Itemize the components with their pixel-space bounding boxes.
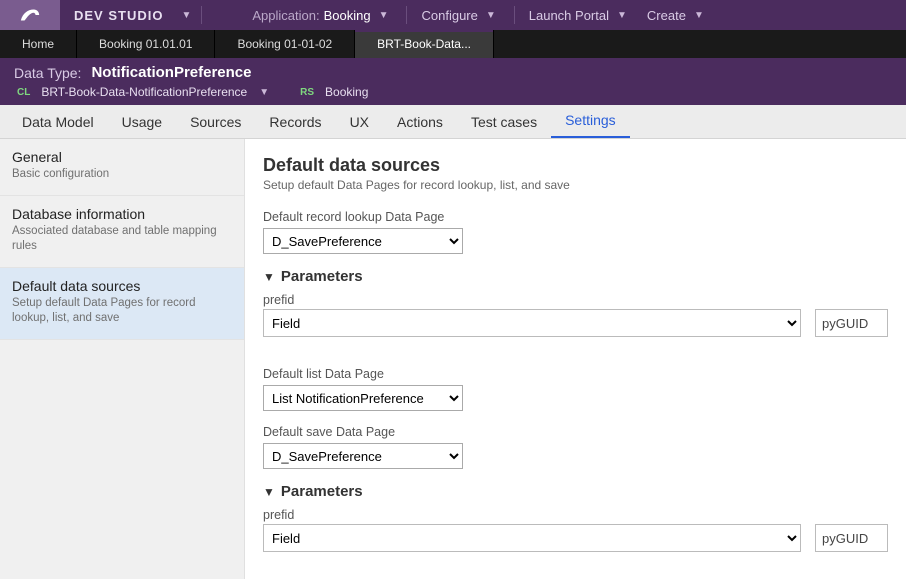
chevron-down-icon: ▼ — [613, 10, 631, 21]
parameters-label: Parameters — [281, 268, 363, 285]
side-item-database-information[interactable]: Database information Associated database… — [0, 196, 244, 268]
brand-label: DEV STUDIO — [60, 8, 177, 23]
class-path: BRT-Book-Data-NotificationPreference — [41, 85, 247, 99]
param-name-2: prefid — [263, 508, 888, 522]
list-dp-label: Default list Data Page — [263, 367, 888, 381]
chevron-down-icon: ▼ — [263, 485, 275, 499]
menu-configure[interactable]: Configure ▼ — [413, 8, 507, 23]
lookup-dp-label: Default record lookup Data Page — [263, 210, 888, 224]
settings-side-panel: General Basic configuration Database inf… — [0, 139, 245, 579]
side-item-desc: Basic configuration — [12, 167, 232, 183]
lookup-dp-select[interactable]: D_SavePreference — [263, 228, 463, 254]
subtab-test-cases[interactable]: Test cases — [457, 106, 551, 138]
menu-launch-portal[interactable]: Launch Portal ▼ — [521, 8, 639, 23]
data-type-value: NotificationPreference — [91, 64, 251, 81]
top-bar: DEV STUDIO ▼ Application: Booking ▼ Conf… — [0, 0, 906, 30]
parameters-toggle-2[interactable]: ▼ Parameters — [263, 483, 888, 500]
app-value: Booking — [324, 8, 371, 23]
application-switcher[interactable]: Application: Booking ▼ — [244, 8, 400, 23]
subtab-settings[interactable]: Settings — [551, 104, 630, 138]
class-badge: CL — [14, 86, 33, 99]
tab-booking-01-01-02[interactable]: Booking 01-01-02 — [215, 30, 355, 58]
save-dp-label: Default save Data Page — [263, 425, 888, 439]
param-value-2[interactable]: pyGUID — [815, 524, 888, 552]
subtab-sources[interactable]: Sources — [176, 106, 255, 138]
pega-horse-icon — [19, 7, 41, 23]
app-label: Application: — [252, 8, 319, 23]
tab-home[interactable]: Home — [0, 30, 77, 58]
separator — [201, 6, 202, 24]
param-type-select-1[interactable]: Field — [263, 309, 801, 337]
menu-create[interactable]: Create ▼ — [639, 8, 716, 23]
param-value-1[interactable]: pyGUID — [815, 309, 888, 337]
tab-brt-book-data[interactable]: BRT-Book-Data... — [355, 30, 494, 58]
logo[interactable] — [0, 0, 60, 30]
side-item-title: General — [12, 149, 232, 165]
chevron-down-icon[interactable]: ▼ — [255, 87, 273, 98]
param-type-select-2[interactable]: Field — [263, 524, 801, 552]
side-item-desc: Setup default Data Pages for record look… — [12, 296, 232, 327]
chevron-down-icon: ▼ — [690, 10, 708, 21]
section-heading: Default data sources — [263, 155, 888, 176]
sub-tab-bar: Data Model Usage Sources Records UX Acti… — [0, 105, 906, 139]
tab-booking-010101[interactable]: Booking 01.01.01 — [77, 30, 215, 58]
ruleset-badge: RS — [297, 86, 317, 99]
list-dp-select[interactable]: List NotificationPreference — [263, 385, 463, 411]
param-name-1: prefid — [263, 293, 888, 307]
section-subheading: Setup default Data Pages for record look… — [263, 178, 888, 192]
rule-header: Data Type: NotificationPreference CL BRT… — [0, 58, 906, 105]
parameters-toggle-1[interactable]: ▼ Parameters — [263, 268, 888, 285]
side-item-desc: Associated database and table mapping ru… — [12, 224, 232, 255]
chevron-down-icon: ▼ — [482, 10, 500, 21]
side-item-default-data-sources[interactable]: Default data sources Setup default Data … — [0, 268, 244, 340]
subtab-ux[interactable]: UX — [336, 106, 383, 138]
chevron-down-icon: ▼ — [263, 270, 275, 284]
subtab-actions[interactable]: Actions — [383, 106, 457, 138]
chevron-down-icon: ▼ — [375, 10, 393, 21]
subtab-usage[interactable]: Usage — [108, 106, 176, 138]
chevron-down-icon[interactable]: ▼ — [177, 10, 195, 21]
save-dp-select[interactable]: D_SavePreference — [263, 443, 463, 469]
side-item-title: Default data sources — [12, 278, 232, 294]
side-item-general[interactable]: General Basic configuration — [0, 139, 244, 196]
separator — [406, 6, 407, 24]
subtab-records[interactable]: Records — [255, 106, 335, 138]
ruleset-name: Booking — [325, 85, 368, 99]
main-content: Default data sources Setup default Data … — [245, 139, 906, 579]
open-tabs-bar: Home Booking 01.01.01 Booking 01-01-02 B… — [0, 30, 906, 58]
separator — [514, 6, 515, 24]
subtab-data-model[interactable]: Data Model — [8, 106, 108, 138]
data-type-label: Data Type: — [14, 65, 81, 81]
side-item-title: Database information — [12, 206, 232, 222]
parameters-label: Parameters — [281, 483, 363, 500]
work-area: General Basic configuration Database inf… — [0, 139, 906, 579]
